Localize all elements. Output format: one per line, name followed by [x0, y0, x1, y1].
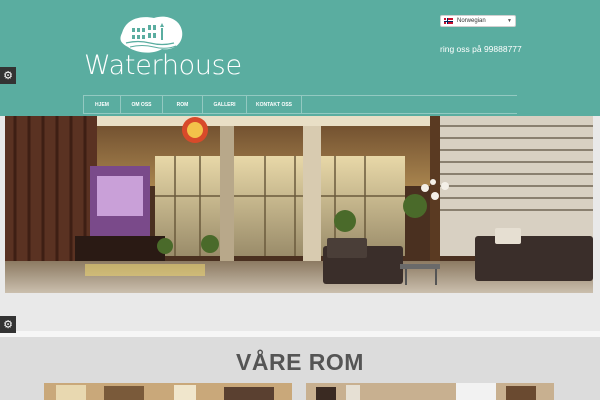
main-nav: HJEM OM OSS ROM GALLERI KONTAKT OSS [83, 95, 517, 114]
norway-flag-icon [444, 18, 453, 24]
rooms-section-title: VÅRE ROM [236, 349, 364, 375]
nav-item-rom[interactable]: ROM [163, 96, 203, 113]
gear-icon[interactable]: ⚙ [0, 67, 16, 84]
nav-item-kontakt-oss[interactable]: KONTAKT OSS [247, 96, 302, 113]
language-select-value: Norwegian [457, 18, 486, 24]
nav-item-om-oss[interactable]: OM OSS [121, 96, 163, 113]
room-thumbnail[interactable] [44, 383, 292, 400]
site-header: Waterhouse Norwegian ▼ ring oss på 99888… [0, 0, 600, 116]
hero-image [5, 116, 593, 293]
room-thumbnail[interactable] [306, 383, 554, 400]
nav-item-hjem[interactable]: HJEM [83, 96, 121, 113]
hero-caption-area [5, 293, 593, 331]
chevron-down-icon: ▼ [507, 18, 512, 24]
nav-item-galleri[interactable]: GALLERI [203, 96, 247, 113]
phone-text: ring oss på 99888777 [440, 44, 522, 54]
brand-name[interactable]: Waterhouse [84, 50, 242, 81]
gear-icon[interactable]: ⚙ [0, 316, 16, 333]
language-select[interactable]: Norwegian ▼ [440, 15, 516, 27]
